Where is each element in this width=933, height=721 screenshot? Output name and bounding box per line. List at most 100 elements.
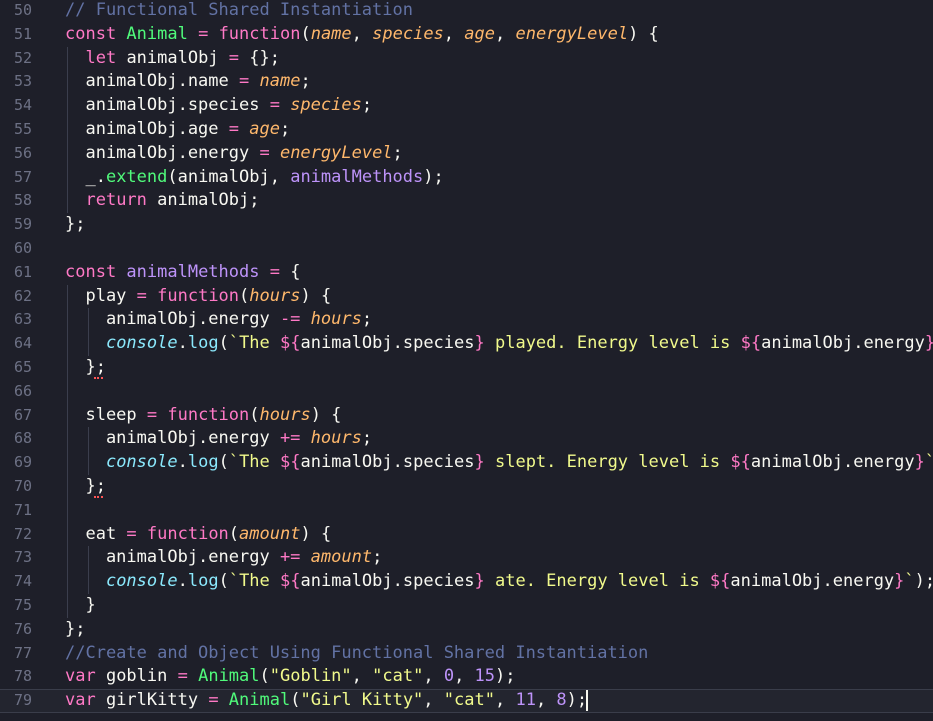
code-token: } xyxy=(914,452,925,473)
code-token: amount xyxy=(239,523,301,544)
code-token: ( xyxy=(239,285,250,306)
code-line[interactable]: 78 var goblin = Animal("Goblin", "cat", 0… xyxy=(0,665,933,689)
code-line[interactable]: 63 animalObj.energy -= hours; xyxy=(0,308,933,332)
code-line[interactable]: 50 // Functional Shared Instantiation xyxy=(0,0,933,23)
code-token: = xyxy=(146,404,168,425)
code-token: ) { xyxy=(300,285,332,306)
indent-guide xyxy=(87,546,89,594)
code-line[interactable]: 77 //Create and Object Using Functional S… xyxy=(0,642,933,666)
code-text: animalObj.energy += hours; xyxy=(65,427,372,451)
code-line[interactable]: 64 console.log(`The ${animalObj.species}… xyxy=(0,332,933,356)
code-token: ( xyxy=(218,571,229,592)
code-line[interactable]: 66 xyxy=(0,380,933,404)
lint-warning-squiggle[interactable] xyxy=(93,373,103,379)
code-token: += xyxy=(279,428,311,449)
code-token: , xyxy=(535,690,557,711)
line-number: 65 xyxy=(13,358,32,376)
code-text: //Create and Object Using Functional Sha… xyxy=(65,642,648,666)
code-line[interactable]: 51 const Animal = function(name, species,… xyxy=(0,23,933,47)
code-token: , xyxy=(454,666,475,687)
code-token: console xyxy=(105,333,178,354)
code-token: function xyxy=(218,23,301,44)
code-token: ; xyxy=(361,428,373,449)
code-token: } xyxy=(894,571,905,592)
code-token: animalObj.energy xyxy=(65,142,260,163)
code-token: ( xyxy=(218,452,229,473)
code-token: species xyxy=(290,95,362,116)
code-text: console.log(`The ${animalObj.species} pl… xyxy=(65,332,933,356)
code-token: goblin xyxy=(105,666,178,687)
code-token: 0 xyxy=(443,666,455,687)
code-token: hours xyxy=(310,428,362,449)
code-line[interactable]: 70 }; xyxy=(0,475,933,499)
line-number: 74 xyxy=(13,572,32,591)
code-token: `The xyxy=(228,452,281,473)
code-token: log xyxy=(187,333,219,354)
code-line[interactable]: 61 const animalMethods = { xyxy=(0,261,933,285)
code-token: animalObj xyxy=(126,47,229,68)
code-token: , xyxy=(423,690,444,711)
code-token: = xyxy=(269,95,291,116)
code-line[interactable]: 57 _.extend(animalObj, animalMethods); xyxy=(0,166,933,190)
code-token: _. xyxy=(65,166,106,187)
code-line[interactable]: 65 }; xyxy=(0,356,933,380)
code-line[interactable]: 71 xyxy=(0,499,933,523)
code-line[interactable]: 74 console.log(`The ${animalObj.species}… xyxy=(0,570,933,594)
code-line[interactable]: 55 animalObj.age = age; xyxy=(0,118,933,142)
code-token: Animal xyxy=(198,666,260,687)
line-number: 52 xyxy=(13,48,32,67)
code-token: } xyxy=(474,452,485,473)
code-line[interactable]: 69 console.log(`The ${animalObj.species}… xyxy=(0,451,933,475)
code-line[interactable]: 75 } xyxy=(0,594,933,618)
code-token: ); xyxy=(423,166,444,187)
code-line[interactable]: 72 eat = function(amount) { xyxy=(0,523,933,547)
code-text: sleep = function(hours) { xyxy=(65,404,341,428)
code-token: animalObj.species xyxy=(65,95,270,116)
code-token: ; xyxy=(279,119,291,139)
code-token: animalObj.energy xyxy=(730,571,895,592)
line-number: 58 xyxy=(13,191,32,210)
code-token: ) { xyxy=(628,23,659,44)
code-token: (animalObj, xyxy=(167,166,291,187)
line-number: 79 xyxy=(13,691,32,710)
code-line[interactable]: 76}; xyxy=(0,618,933,642)
lint-warning-squiggle[interactable] xyxy=(93,492,103,498)
code-line[interactable]: 67 sleep = function(hours) { xyxy=(0,404,933,428)
line-number: 53 xyxy=(13,72,32,91)
code-text: animalObj.energy = energyLevel; xyxy=(65,142,402,166)
code-line[interactable]: 60 xyxy=(0,237,933,261)
code-token: animalObj.energy xyxy=(65,309,280,330)
code-token: ( xyxy=(218,333,229,354)
code-line[interactable]: 53 animalObj.name = name; xyxy=(0,70,933,94)
code-token: ) { xyxy=(300,523,332,544)
code-line[interactable]: 73 animalObj.energy += amount; xyxy=(0,546,933,570)
code-token: animalObj.species xyxy=(300,452,475,473)
code-line[interactable]: 54 animalObj.species = species; xyxy=(0,94,933,118)
code-token: log xyxy=(187,571,219,592)
line-number: 71 xyxy=(13,500,32,519)
code-line[interactable]: 59}; xyxy=(0,213,933,237)
code-token: , xyxy=(351,23,373,44)
code-token: 15 xyxy=(474,666,496,687)
code-line[interactable]: 79 var girlKitty = Animal("Girl Kitty", "… xyxy=(0,689,933,713)
indent-guide xyxy=(67,46,68,214)
code-line[interactable]: 52 let animalObj = {}; xyxy=(0,47,933,71)
code-token: Animal xyxy=(228,690,291,711)
code-line[interactable]: 58 return animalObj; xyxy=(0,189,933,213)
code-token: animalMethods xyxy=(126,261,260,282)
code-token: ate. Energy level is xyxy=(484,571,710,592)
code-line[interactable]: 68 animalObj.energy += hours; xyxy=(0,427,933,451)
line-number: 61 xyxy=(13,262,32,281)
code-editor[interactable]: 50 // Functional Shared Instantiation 51 co… xyxy=(0,0,933,721)
code-line[interactable]: 62 play = function(hours) { xyxy=(0,285,933,309)
code-text: console.log(`The ${animalObj.species} at… xyxy=(65,570,933,594)
code-line[interactable]: 56 animalObj.energy = energyLevel; xyxy=(0,142,933,166)
code-token: animalObj.energy xyxy=(750,452,915,473)
code-token: ` xyxy=(904,571,915,592)
code-token: ${ xyxy=(280,452,301,473)
indent-guide xyxy=(67,284,68,618)
code-token: ; xyxy=(372,547,383,568)
